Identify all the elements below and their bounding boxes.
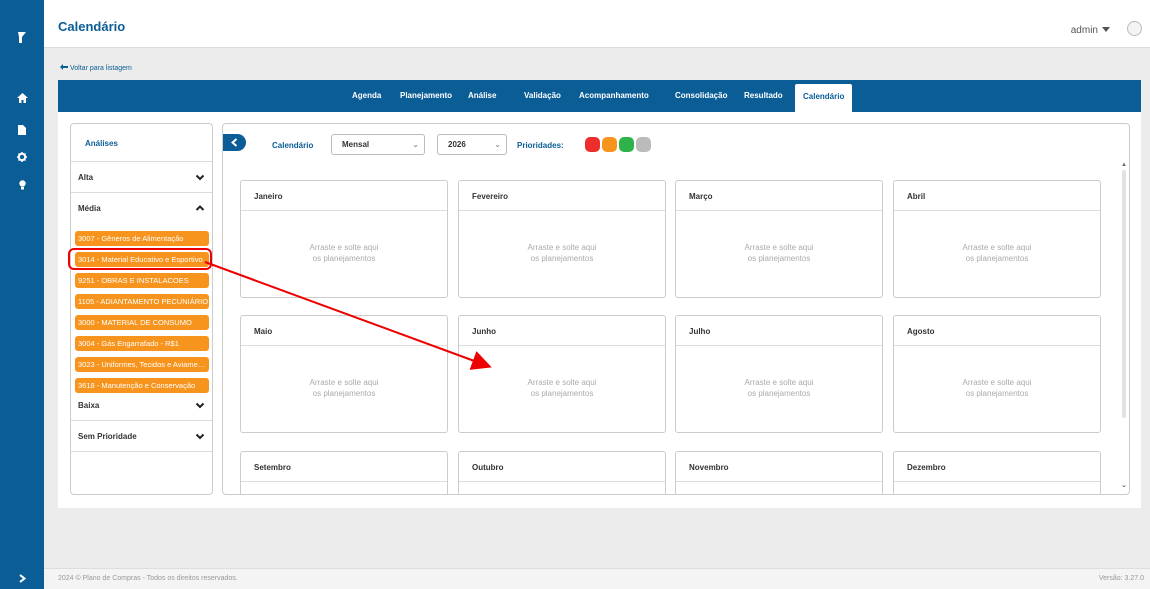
home-icon[interactable] <box>0 88 44 108</box>
drop-zone[interactable]: Arraste e solte aqui os planejamentos <box>459 242 665 264</box>
analysis-item[interactable]: 1105 - ADIANTAMENTO PECUNIÁRIO <box>75 294 209 309</box>
module-tabs: Agenda Planejamento Análise Validação Ac… <box>58 80 1141 112</box>
month-title: Dezembro <box>907 463 946 472</box>
analysis-item[interactable]: 3000 - MATERIAL DE CONSUMO <box>75 315 209 330</box>
month-card-maio[interactable]: Maio Arraste e solte aqui os planejamento… <box>240 315 448 433</box>
page-title: Calendário <box>58 19 126 34</box>
month-card-marco[interactable]: Março Arraste e solte aqui os planejament… <box>675 180 883 298</box>
chevron-down-icon <box>195 402 205 409</box>
view-select[interactable]: Mensal ⌄ <box>331 134 425 155</box>
chevron-down-icon <box>195 433 205 440</box>
tab-analise[interactable]: Análise <box>468 80 496 112</box>
chevron-left-icon <box>230 138 237 147</box>
analysis-item[interactable]: 3004 - Gás Engarrafado - R$1 <box>75 336 209 351</box>
tab-calendario[interactable]: Calendário <box>795 84 853 112</box>
month-card-outubro[interactable]: Outubro <box>458 451 666 494</box>
chevron-down-icon <box>195 174 205 181</box>
tab-agenda[interactable]: Agenda <box>352 80 381 112</box>
month-card-novembro[interactable]: Novembro <box>675 451 883 494</box>
month-title: Abril <box>907 192 926 201</box>
chevron-up-icon <box>195 205 205 211</box>
avatar[interactable] <box>1127 21 1142 36</box>
scroll-up-icon[interactable]: ▲ <box>1121 162 1127 168</box>
month-card-junho[interactable]: Junho Arraste e solte aqui os planejament… <box>458 315 666 433</box>
drop-zone[interactable]: Arraste e solte aqui os planejamentos <box>894 242 1100 264</box>
drop-zone[interactable]: Arraste e solte aqui os planejamentos <box>894 377 1100 399</box>
month-title: Janeiro <box>254 192 283 201</box>
calendar-label: Calendário <box>272 141 314 150</box>
month-card-agosto[interactable]: Agosto Arraste e solte aqui os planejamen… <box>893 315 1101 433</box>
priorities-label: Prioridades: <box>517 141 564 150</box>
month-title: Julho <box>689 327 711 336</box>
caret-down-icon <box>1102 25 1110 36</box>
month-card-julho[interactable]: Julho Arraste e solte aqui os planejament… <box>675 315 883 433</box>
left-nav-rail <box>0 0 44 589</box>
month-card-abril[interactable]: Abril Arraste e solte aqui os planejament… <box>893 180 1101 298</box>
main-card: Agenda Planejamento Análise Validação Ac… <box>58 80 1141 508</box>
settings-icon[interactable] <box>0 147 44 167</box>
expand-menu-icon[interactable] <box>0 572 44 586</box>
drop-zone[interactable]: Arraste e solte aqui os planejamentos <box>676 377 882 399</box>
section-media[interactable]: Média <box>71 194 212 224</box>
drop-zone[interactable]: Arraste e solte aqui os planejamentos <box>241 377 447 399</box>
user-menu[interactable]: admin <box>1071 25 1110 36</box>
analyses-panel: Análises Alta Média 3007 - Gêneros de Al… <box>70 123 213 495</box>
copyright-text: 2024 © Plano de Compras - Todos os direi… <box>58 575 238 582</box>
month-title: Março <box>689 192 713 201</box>
chevron-down-icon: ⌄ <box>412 140 419 149</box>
month-title: Maio <box>254 327 273 336</box>
calendar-panel: Calendário Mensal ⌄ 2026 ⌄ Prioridades: … <box>222 123 1130 495</box>
user-name: admin <box>1070 25 1098 36</box>
month-card-dezembro[interactable]: Dezembro <box>893 451 1101 494</box>
month-title: Fevereiro <box>472 192 509 201</box>
analysis-item[interactable]: 9251 - OBRAS E INSTALACOES <box>75 273 209 288</box>
chevron-down-icon: ⌄ <box>494 140 501 149</box>
analysis-item[interactable]: 3007 - Gêneros de Alimentação <box>75 231 209 246</box>
month-card-fevereiro[interactable]: Fevereiro Arraste e solte aqui os planeja… <box>458 180 666 298</box>
brand-logo-icon[interactable] <box>0 30 44 48</box>
tab-consolidacao[interactable]: Consolidação <box>675 80 727 112</box>
year-select[interactable]: 2026 ⌄ <box>437 134 507 155</box>
lightbulb-icon[interactable] <box>0 175 44 195</box>
month-title: Agosto <box>907 327 935 336</box>
vertical-scrollbar[interactable] <box>1122 170 1126 418</box>
tab-validacao[interactable]: Validação <box>524 80 561 112</box>
drop-zone[interactable]: Arraste e solte aqui os planejamentos <box>676 242 882 264</box>
tab-planejamento[interactable]: Planejamento <box>400 80 452 112</box>
tab-acompanhamento[interactable]: Acompanhamento <box>579 80 649 112</box>
analysis-item[interactable]: 3023 - Uniformes, Tecidos e Aviamentos <box>75 357 209 372</box>
document-icon[interactable] <box>0 120 44 140</box>
month-title: Outubro <box>472 463 504 472</box>
version-text: Versão: 3.27.0 <box>1098 575 1144 582</box>
section-sem-prioridade[interactable]: Sem Prioridade <box>71 422 212 452</box>
priority-gray-filter[interactable] <box>636 137 651 152</box>
collapse-panel-button[interactable] <box>223 134 246 151</box>
priority-green-filter[interactable] <box>619 137 634 152</box>
month-title: Setembro <box>254 463 291 472</box>
highlight-annotation <box>68 248 212 270</box>
section-baixa[interactable]: Baixa <box>71 391 212 421</box>
arrow-left-icon <box>60 64 68 72</box>
back-to-list-link[interactable]: Voltar para listagem <box>60 64 132 72</box>
month-title: Junho <box>472 327 496 336</box>
analyses-title: Análises <box>85 139 118 148</box>
footer: 2024 © Plano de Compras - Todos os direi… <box>44 568 1150 589</box>
drop-zone[interactable]: Arraste e solte aqui os planejamentos <box>459 377 665 399</box>
drop-zone[interactable]: Arraste e solte aqui os planejamentos <box>241 242 447 264</box>
priority-red-filter[interactable] <box>585 137 600 152</box>
top-header: Calendário admin <box>44 0 1150 48</box>
scroll-down-icon[interactable]: ⌄ <box>1121 481 1127 489</box>
month-title: Novembro <box>689 463 729 472</box>
analyses-panel-header: Análises <box>71 124 212 162</box>
priority-orange-filter[interactable] <box>602 137 617 152</box>
section-alta[interactable]: Alta <box>71 163 212 193</box>
month-card-janeiro[interactable]: Janeiro Arraste e solte aqui os planejame… <box>240 180 448 298</box>
tab-resultado[interactable]: Resultado <box>744 80 783 112</box>
month-card-setembro[interactable]: Setembro <box>240 451 448 494</box>
